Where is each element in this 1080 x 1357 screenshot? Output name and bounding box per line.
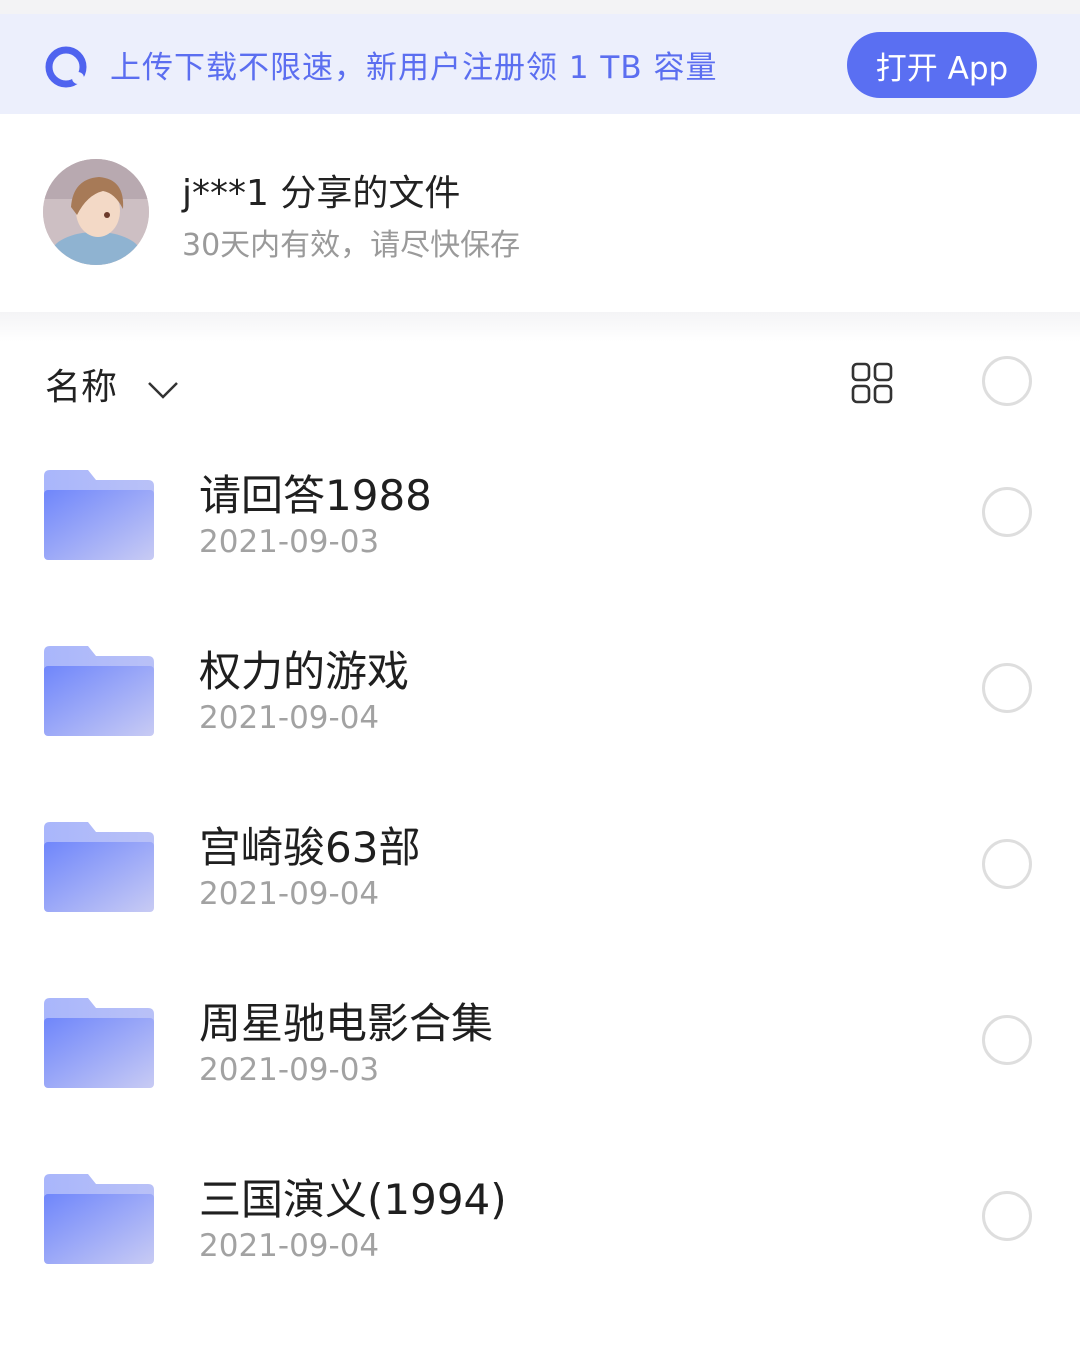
share-title: j***1 分享的文件 (182, 173, 461, 214)
file-date: 2021-09-04 (199, 700, 380, 736)
list-item[interactable]: 三国演义(1994) 2021-09-04 (0, 1136, 1080, 1312)
share-header: j***1 分享的文件 30天内有效，请尽快保存 (0, 114, 1080, 312)
open-app-button[interactable]: 打开 App (847, 32, 1037, 98)
select-all-checkbox[interactable] (982, 356, 1032, 406)
avatar[interactable] (43, 159, 149, 265)
section-divider (0, 312, 1080, 342)
item-checkbox[interactable] (982, 1191, 1032, 1241)
item-checkbox[interactable] (982, 487, 1032, 537)
item-checkbox[interactable] (982, 839, 1032, 889)
folder-icon (44, 998, 154, 1088)
top-divider (0, 0, 1080, 14)
item-checkbox[interactable] (982, 1015, 1032, 1065)
file-name: 三国演义(1994) (199, 1175, 507, 1224)
grid-view-icon[interactable] (851, 362, 893, 404)
folder-icon (44, 646, 154, 736)
file-name: 请回答1988 (199, 471, 432, 520)
list-item[interactable]: 权力的游戏 2021-09-04 (0, 608, 1080, 784)
list-item[interactable]: 周星驰电影合集 2021-09-03 (0, 960, 1080, 1136)
file-date: 2021-09-04 (199, 876, 380, 912)
file-date: 2021-09-04 (199, 1228, 380, 1264)
folder-icon (44, 1174, 154, 1264)
share-expiry-text: 30天内有效，请尽快保存 (182, 228, 521, 263)
file-date: 2021-09-03 (199, 524, 380, 560)
sort-bar: 名称 (0, 342, 1080, 432)
avatar-image (43, 159, 149, 265)
file-name: 宫崎骏63部 (199, 823, 421, 872)
list-item[interactable]: 请回答1988 2021-09-03 (0, 432, 1080, 608)
cloud-logo-icon (45, 46, 87, 88)
file-date: 2021-09-03 (199, 1052, 380, 1088)
folder-icon (44, 822, 154, 912)
list-item[interactable]: 宫崎骏63部 2021-09-04 (0, 784, 1080, 960)
file-name: 权力的游戏 (199, 647, 410, 696)
file-name: 周星驰电影合集 (199, 999, 494, 1048)
promo-banner[interactable]: 上传下载不限速，新用户注册领 1 TB 容量 打开 App (0, 14, 1080, 114)
sort-by-name-button[interactable]: 名称 (45, 358, 117, 410)
folder-icon (44, 470, 154, 560)
promo-text: 上传下载不限速，新用户注册领 1 TB 容量 (110, 50, 718, 86)
chevron-down-icon[interactable] (146, 372, 180, 406)
item-checkbox[interactable] (982, 663, 1032, 713)
